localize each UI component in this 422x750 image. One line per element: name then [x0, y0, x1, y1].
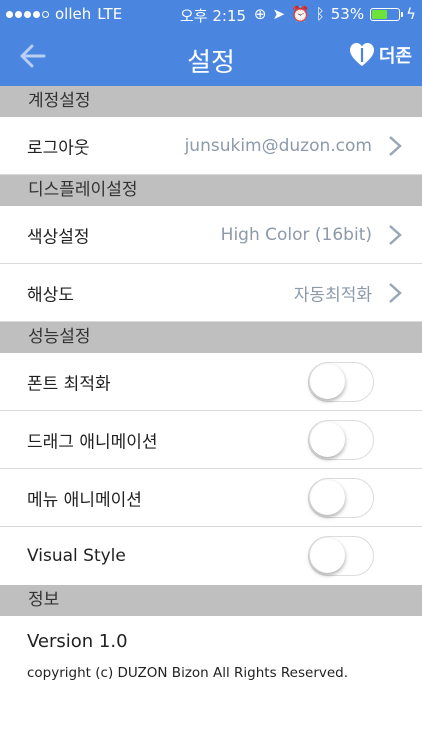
chevron-right-icon — [389, 135, 402, 156]
color-setting-row[interactable]: 색상설정 High Color (16bit) — [0, 206, 422, 264]
section-header-account: 계정설정 — [0, 86, 422, 117]
drag-animation-row: 드래그 애니메이션 — [0, 411, 422, 469]
section-header-display: 디스플레이설정 — [0, 175, 422, 206]
status-time: 오후 2:15 — [180, 7, 247, 25]
nav-bar: 설정 더존 — [0, 28, 422, 86]
battery-icon — [370, 7, 404, 21]
resolution-label: 해상도 — [27, 285, 74, 305]
heart-logo-icon — [349, 43, 374, 66]
drag-animation-toggle[interactable] — [308, 419, 374, 460]
font-optimization-label: 폰트 최적화 — [27, 374, 111, 394]
visual-style-row: Visual Style — [0, 527, 422, 585]
resolution-value: 자동최적화 — [293, 285, 372, 305]
resolution-row[interactable]: 해상도 자동최적화 — [0, 264, 422, 322]
visual-style-label: Visual Style — [27, 546, 126, 566]
brand-logo: 더존 — [349, 42, 412, 68]
font-optimization-toggle[interactable] — [308, 361, 374, 402]
chevron-right-icon — [389, 282, 402, 303]
bluetooth-icon: ᛒ — [315, 5, 325, 23]
network-label: LTE — [97, 5, 123, 23]
section-header-performance: 성능설정 — [0, 322, 422, 353]
alarm-icon: ⏰ — [291, 5, 310, 23]
font-optimization-row: 폰트 최적화 — [0, 353, 422, 411]
visual-style-toggle[interactable] — [308, 536, 374, 576]
color-setting-label: 색상설정 — [27, 227, 90, 247]
charging-icon: ϟ — [406, 5, 416, 23]
section-header-info: 정보 — [0, 585, 422, 616]
toggle-knob — [310, 363, 345, 399]
carrier-label: olleh — [55, 5, 92, 23]
toggle-knob — [310, 421, 345, 457]
color-setting-value: High Color (16bit) — [220, 224, 372, 245]
menu-animation-label: 메뉴 애니메이션 — [27, 490, 142, 510]
status-bar: olleh LTE 오후 2:15 ⊕ ➤ ⏰ ᛒ 53% ϟ — [0, 0, 422, 28]
menu-animation-row: 메뉴 애니메이션 — [0, 469, 422, 527]
status-left: olleh LTE — [6, 5, 122, 23]
toggle-knob — [310, 538, 345, 573]
rotation-lock-icon: ⊕ — [253, 5, 267, 23]
copyright-text: copyright (c) DUZON Bizon All Rights Res… — [27, 665, 349, 681]
drag-animation-label: 드래그 애니메이션 — [27, 432, 158, 452]
toggle-knob — [310, 479, 345, 515]
logout-label: 로그아웃 — [27, 138, 90, 158]
menu-animation-toggle[interactable] — [308, 477, 374, 518]
chevron-right-icon — [389, 224, 402, 245]
signal-strength-icon — [6, 10, 49, 18]
version-text: Version 1.0 — [27, 631, 128, 652]
status-right: ⊕ ➤ ⏰ ᛒ 53% ϟ — [254, 5, 416, 23]
logout-row[interactable]: 로그아웃 junsukim@duzon.com — [0, 117, 422, 175]
battery-percent: 53% — [330, 5, 365, 23]
location-icon: ➤ — [272, 5, 286, 23]
account-email: junsukim@duzon.com — [184, 135, 372, 156]
brand-name: 더존 — [378, 46, 412, 67]
